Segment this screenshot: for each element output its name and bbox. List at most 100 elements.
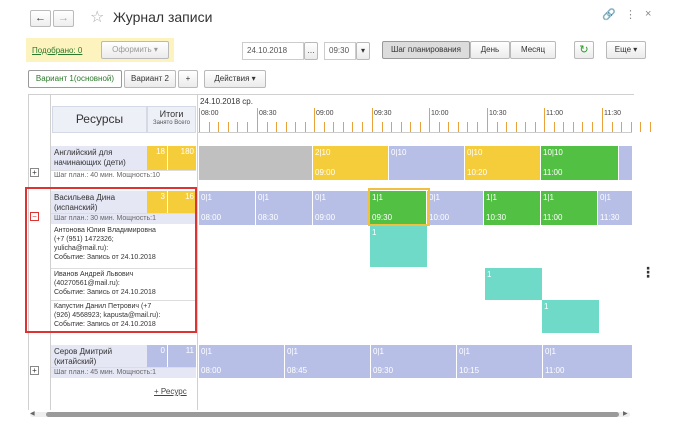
scroll-left-arrow-icon[interactable]: ◀ bbox=[30, 410, 35, 417]
timeline-tick bbox=[391, 122, 392, 132]
timeline-tick bbox=[286, 122, 287, 132]
more-vertical-icon[interactable]: ⋮ bbox=[625, 8, 636, 21]
resource-meta: Шаг план.: 40 мин. Мощность:10 bbox=[51, 170, 196, 180]
date-dropdown-button[interactable]: … bbox=[304, 42, 318, 60]
forward-button[interactable]: → bbox=[53, 10, 74, 27]
day-button[interactable]: День bbox=[470, 41, 510, 59]
schedule-slot[interactable]: 0|1 08:00 bbox=[199, 345, 284, 378]
slot-time: 11:00 bbox=[543, 213, 563, 222]
tab-variant-2[interactable]: Вариант 2 bbox=[124, 70, 176, 88]
favorite-star-icon[interactable]: ☆ bbox=[90, 7, 104, 27]
schedule-slot[interactable]: 0|1 09:30 bbox=[371, 345, 456, 378]
schedule-slot[interactable]: 0|1 10:15 bbox=[457, 345, 542, 378]
schedule-slot[interactable]: 0|1 08:30 bbox=[256, 191, 312, 225]
unavailable-slot bbox=[199, 146, 312, 180]
timeline-tick bbox=[612, 122, 613, 132]
planning-step-button[interactable]: Шаг планирования bbox=[382, 41, 470, 59]
date-field[interactable]: 24.10.2018 bbox=[242, 42, 304, 60]
timeline-tick bbox=[497, 122, 498, 132]
slot-capacity: 1|1 bbox=[543, 193, 554, 202]
timeline-tick bbox=[295, 122, 296, 132]
more-button[interactable]: Еще ▾ bbox=[606, 41, 646, 59]
slot-capacity: 0|1 bbox=[315, 193, 326, 202]
timeline-tick bbox=[218, 122, 219, 132]
expand-row-button[interactable]: + bbox=[30, 168, 39, 177]
timeline-tick bbox=[582, 122, 583, 132]
slot-time: 08:30 bbox=[258, 213, 279, 222]
chevron-down-icon: ▾ bbox=[360, 46, 365, 55]
booking-block[interactable]: 1 bbox=[542, 300, 599, 333]
schedule-slot[interactable]: 0|10 10:20 bbox=[465, 146, 540, 180]
resource-name[interactable]: Серов Дмитрий (китайский) bbox=[51, 345, 147, 367]
schedule-slot[interactable]: 0|1 11:30 bbox=[598, 191, 632, 225]
grid-top-line bbox=[28, 94, 634, 95]
timeline-tick bbox=[267, 122, 268, 132]
timeline-tick bbox=[631, 122, 632, 132]
totals-header: Итоги Занято Всего bbox=[147, 106, 196, 133]
expand-row-button[interactable]: + bbox=[30, 366, 39, 375]
timeline-tick bbox=[410, 122, 411, 132]
timeline-tick bbox=[516, 122, 517, 132]
slot-time: 08:00 bbox=[201, 213, 222, 222]
timeline-tick bbox=[563, 122, 564, 132]
actions-button[interactable]: Действия ▾ bbox=[204, 70, 266, 88]
window-title: Журнал записи bbox=[113, 9, 213, 25]
horizontal-scrollbar-thumb[interactable] bbox=[46, 412, 619, 417]
schedule-slot[interactable]: 0|1 08:00 bbox=[199, 191, 255, 225]
tab-variant-1[interactable]: Вариант 1(основной) bbox=[28, 70, 122, 88]
timeline-tick bbox=[554, 122, 555, 132]
booking-block[interactable]: 1 bbox=[370, 226, 427, 267]
time-label: 08:30 bbox=[259, 110, 277, 117]
schedule-slot[interactable] bbox=[619, 146, 632, 180]
resources-header: Ресурсы bbox=[52, 106, 147, 133]
slot-capacity: 0|1 bbox=[600, 193, 611, 202]
refresh-icon: ↻ bbox=[579, 44, 589, 56]
timeline-tick bbox=[209, 122, 210, 132]
schedule-slot[interactable]: 0|1 10:00 bbox=[427, 191, 483, 225]
timeline-tick bbox=[621, 122, 622, 132]
schedule-slot[interactable]: 0|1 11:00 bbox=[543, 345, 632, 378]
close-icon[interactable]: × bbox=[645, 8, 651, 20]
timeline-tick bbox=[401, 122, 402, 132]
timeline-major-tick bbox=[429, 108, 430, 132]
timeline-tick bbox=[448, 122, 449, 132]
schedule-slot[interactable]: 2|10 09:00 bbox=[313, 146, 388, 180]
timeline-tick bbox=[477, 122, 478, 132]
slot-time: 10:30 bbox=[486, 213, 507, 222]
timeline-tick bbox=[640, 122, 641, 132]
schedule-slot[interactable]: 1|1 11:00 bbox=[541, 191, 597, 225]
timeline-tick bbox=[276, 122, 277, 132]
timeline-major-tick bbox=[257, 108, 258, 132]
chevron-down-icon: ▾ bbox=[633, 45, 638, 54]
schedule-slot[interactable]: 0|1 08:45 bbox=[285, 345, 370, 378]
scroll-right-arrow-icon[interactable]: ▶ bbox=[623, 410, 628, 417]
time-dropdown-button[interactable]: ▾ bbox=[356, 42, 370, 60]
month-button[interactable]: Месяц bbox=[510, 41, 556, 59]
timeline-tick bbox=[439, 122, 440, 132]
resource-meta: Шаг план.: 45 мин. Мощность:1 bbox=[51, 367, 196, 378]
timeline-major-tick bbox=[314, 108, 315, 132]
selected-count-link[interactable]: Подобрано: 0 bbox=[32, 46, 82, 55]
more-options-icon[interactable]: ⋮ bbox=[641, 265, 655, 279]
format-button[interactable]: Оформить ▾ bbox=[101, 41, 169, 59]
highlight-frame bbox=[25, 187, 197, 333]
timeline-tick bbox=[247, 122, 248, 132]
back-button[interactable]: ← bbox=[30, 10, 51, 27]
time-label: 09:30 bbox=[374, 110, 392, 117]
slot-capacity: 0|1 bbox=[201, 193, 212, 202]
resource-name[interactable]: Английский для начинающих (дети) bbox=[51, 146, 147, 170]
schedule-slot[interactable]: 1|1 10:30 bbox=[484, 191, 540, 225]
booking-block[interactable]: 1 bbox=[485, 268, 542, 300]
schedule-slot[interactable]: 0|1 09:00 bbox=[313, 191, 369, 225]
add-resource-link[interactable]: + Ресурс bbox=[154, 387, 187, 396]
timeline-tick bbox=[228, 122, 229, 132]
busy-total: 18 bbox=[147, 146, 167, 170]
add-variant-button[interactable]: + bbox=[178, 70, 198, 88]
time-field[interactable]: 09:30 bbox=[324, 42, 356, 60]
link-icon[interactable]: 🔗 bbox=[602, 8, 616, 21]
schedule-slot[interactable]: 10|10 11:00 bbox=[541, 146, 618, 180]
timeline-tick bbox=[573, 122, 574, 132]
refresh-button[interactable]: ↻ bbox=[574, 41, 594, 59]
timeline-tick bbox=[535, 122, 536, 132]
schedule-slot[interactable]: 0|10 bbox=[389, 146, 464, 180]
